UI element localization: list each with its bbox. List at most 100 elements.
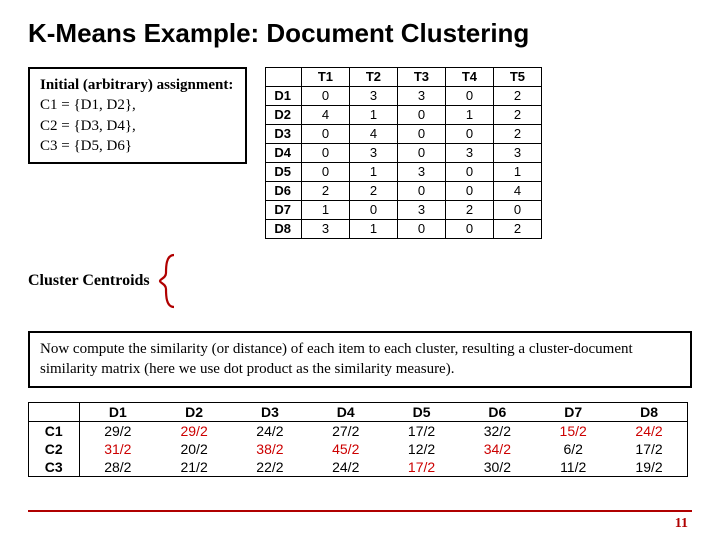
table-cell: 0 (445, 182, 493, 201)
table-cell: 32/2 (459, 421, 535, 440)
row-header: C3 (29, 458, 79, 476)
table-cell: 12/2 (384, 440, 460, 458)
table-cell: 0 (397, 106, 445, 125)
col-header: T3 (397, 68, 445, 87)
table-cell: 0 (301, 144, 349, 163)
table-cell: 2 (445, 201, 493, 220)
col-header: D2 (156, 403, 232, 422)
table-cell: 0 (445, 125, 493, 144)
col-header: T4 (445, 68, 493, 87)
table-cell: 1 (301, 201, 349, 220)
table-cell: 2 (493, 125, 541, 144)
col-header: T5 (493, 68, 541, 87)
table-cell: 6/2 (535, 440, 611, 458)
table-cell: 2 (301, 182, 349, 201)
footer-rule (28, 510, 692, 512)
slide-title: K-Means Example: Document Clustering (28, 18, 692, 49)
table-cell: 0 (397, 125, 445, 144)
assignment-line: C3 = {D5, D6} (40, 136, 233, 156)
table-cell: 28/2 (79, 458, 156, 476)
table-cell: 11/2 (535, 458, 611, 476)
similarity-table: D1D2D3D4D5D6D7D8 C129/229/224/227/217/23… (29, 403, 687, 476)
table-cell: 29/2 (156, 421, 232, 440)
similarity-table-wrap: D1D2D3D4D5D6D7D8 C129/229/224/227/217/23… (28, 402, 688, 477)
table-cell: 3 (493, 144, 541, 163)
col-header: D4 (308, 403, 384, 422)
centroid-label: Cluster Centroids (28, 272, 150, 290)
table-cell: 27/2 (308, 421, 384, 440)
table-cell: 2 (349, 182, 397, 201)
row-header: C1 (29, 421, 79, 440)
initial-assignment-box: Initial (arbitrary) assignment: C1 = {D1… (28, 67, 247, 164)
table-cell: 2 (493, 220, 541, 239)
table-cell: 45/2 (308, 440, 384, 458)
table-cell: 22/2 (232, 458, 308, 476)
table-cell: 1 (445, 106, 493, 125)
table-cell: 3 (445, 144, 493, 163)
table-cell: 0 (301, 163, 349, 182)
row-header: D4 (266, 144, 302, 163)
table-cell: 0 (445, 87, 493, 106)
table-cell: 4 (301, 106, 349, 125)
row-header: D6 (266, 182, 302, 201)
table-cell: 3 (349, 87, 397, 106)
table-cell: 3 (349, 144, 397, 163)
row-header: C2 (29, 440, 79, 458)
table-cell: 1 (349, 106, 397, 125)
table-cell: 34/2 (459, 440, 535, 458)
table-cell: 30/2 (459, 458, 535, 476)
row-header: D2 (266, 106, 302, 125)
table-cell: 1 (349, 220, 397, 239)
table-cell: 24/2 (308, 458, 384, 476)
table-cell: 3 (397, 87, 445, 106)
table-cell: 24/2 (611, 421, 687, 440)
col-header: D6 (459, 403, 535, 422)
document-term-table: T1 T2 T3 T4 T5 D103302D241012D304002D403… (265, 67, 542, 239)
table-corner (29, 403, 79, 422)
table-cell: 17/2 (611, 440, 687, 458)
row-header: D5 (266, 163, 302, 182)
brace-icon (156, 253, 180, 309)
table-cell: 20/2 (156, 440, 232, 458)
table-cell: 17/2 (384, 458, 460, 476)
col-header: D7 (535, 403, 611, 422)
table-cell: 0 (301, 125, 349, 144)
row-header: D3 (266, 125, 302, 144)
table-cell: 0 (397, 182, 445, 201)
table-cell: 4 (349, 125, 397, 144)
table-cell: 38/2 (232, 440, 308, 458)
assignment-header: Initial (arbitrary) assignment: (40, 75, 233, 95)
table-cell: 29/2 (79, 421, 156, 440)
col-header: D3 (232, 403, 308, 422)
table-cell: 0 (445, 220, 493, 239)
table-cell: 24/2 (232, 421, 308, 440)
instruction-note: Now compute the similarity (or distance)… (28, 331, 692, 388)
col-header: D8 (611, 403, 687, 422)
col-header: D1 (79, 403, 156, 422)
table-cell: 0 (397, 220, 445, 239)
table-cell: 17/2 (384, 421, 460, 440)
table-cell: 4 (493, 182, 541, 201)
col-header: D5 (384, 403, 460, 422)
table-cell: 0 (493, 201, 541, 220)
page-number: 11 (675, 516, 688, 532)
table-cell: 1 (349, 163, 397, 182)
col-header: T1 (301, 68, 349, 87)
table-cell: 0 (349, 201, 397, 220)
col-header: T2 (349, 68, 397, 87)
assignment-line: C2 = {D3, D4}, (40, 116, 233, 136)
table-cell: 2 (493, 106, 541, 125)
row-header: D8 (266, 220, 302, 239)
table-cell: 3 (301, 220, 349, 239)
table-cell: 3 (397, 163, 445, 182)
table-cell: 21/2 (156, 458, 232, 476)
table-corner (266, 68, 302, 87)
table-cell: 0 (397, 144, 445, 163)
assignment-line: C1 = {D1, D2}, (40, 95, 233, 115)
table-cell: 3 (397, 201, 445, 220)
row-header: D1 (266, 87, 302, 106)
table-cell: 1 (493, 163, 541, 182)
table-cell: 0 (301, 87, 349, 106)
row-header: D7 (266, 201, 302, 220)
table-cell: 0 (445, 163, 493, 182)
